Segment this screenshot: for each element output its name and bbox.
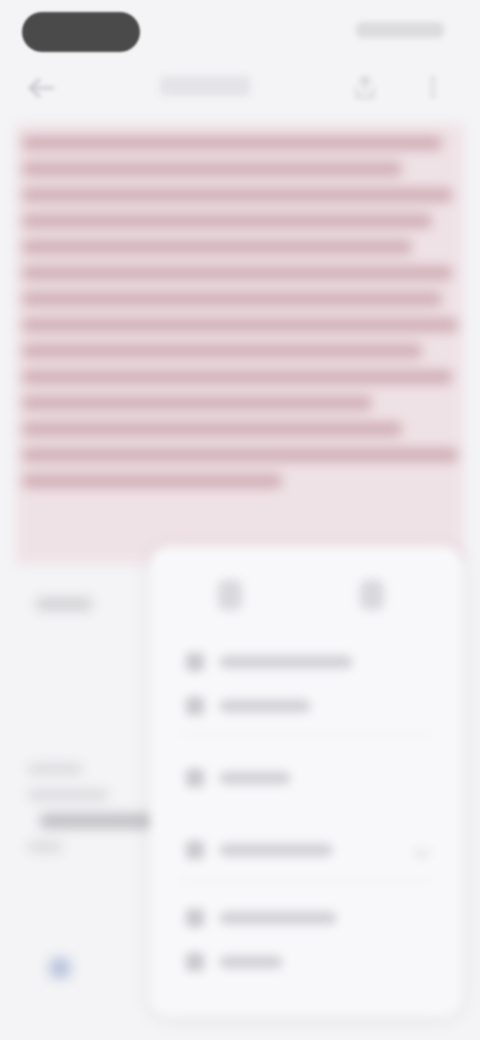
- share-icon[interactable]: [352, 74, 378, 100]
- more-icon[interactable]: [420, 74, 446, 100]
- selected-text-block[interactable]: [16, 124, 464, 564]
- menu-label: [220, 656, 352, 668]
- app-icon[interactable]: [50, 958, 70, 978]
- app-header: [0, 58, 480, 122]
- highlight-icon: [186, 769, 204, 787]
- text-line: [22, 292, 442, 306]
- page-title: [160, 76, 250, 96]
- background-card: [14, 568, 164, 1028]
- menu-divider: [180, 880, 430, 881]
- status-time-pill: [22, 12, 140, 52]
- text-line: [22, 474, 282, 488]
- menu-item[interactable]: [186, 948, 282, 976]
- menu-item[interactable]: [186, 836, 332, 864]
- text-line: [22, 318, 458, 332]
- text-line: [22, 370, 452, 384]
- cut-icon[interactable]: [218, 580, 242, 610]
- menu-label: [220, 956, 282, 968]
- card-meta: [28, 790, 108, 800]
- context-menu: [150, 546, 462, 1016]
- menu-label: [220, 912, 336, 924]
- text-line: [22, 344, 422, 358]
- copy-icon: [186, 653, 204, 671]
- menu-item[interactable]: [186, 764, 290, 792]
- menu-item[interactable]: [186, 904, 336, 932]
- card-label: [36, 598, 92, 610]
- status-icons: [356, 22, 444, 38]
- menu-item[interactable]: [186, 648, 352, 676]
- text-line: [22, 396, 372, 410]
- chevron-down-icon: [413, 841, 431, 859]
- text-line: [22, 266, 452, 280]
- menu-item[interactable]: [186, 692, 310, 720]
- card-meta: [28, 842, 62, 852]
- text-line: [22, 188, 452, 202]
- share-icon: [186, 953, 204, 971]
- card-meta: [28, 764, 82, 774]
- text-line: [22, 422, 402, 436]
- menu-divider: [180, 734, 430, 735]
- back-icon[interactable]: [26, 76, 56, 100]
- status-bar: [0, 0, 480, 60]
- select-all-icon: [186, 697, 204, 715]
- text-line: [22, 448, 458, 462]
- text-line: [22, 162, 402, 176]
- text-line: [22, 240, 412, 254]
- translate-icon: [186, 841, 204, 859]
- menu-label: [220, 772, 290, 784]
- menu-label: [220, 700, 310, 712]
- text-line: [22, 136, 442, 150]
- card-heading: [40, 814, 160, 828]
- paste-icon[interactable]: [360, 580, 384, 610]
- menu-label: [220, 844, 332, 856]
- text-line: [22, 214, 432, 228]
- search-icon: [186, 909, 204, 927]
